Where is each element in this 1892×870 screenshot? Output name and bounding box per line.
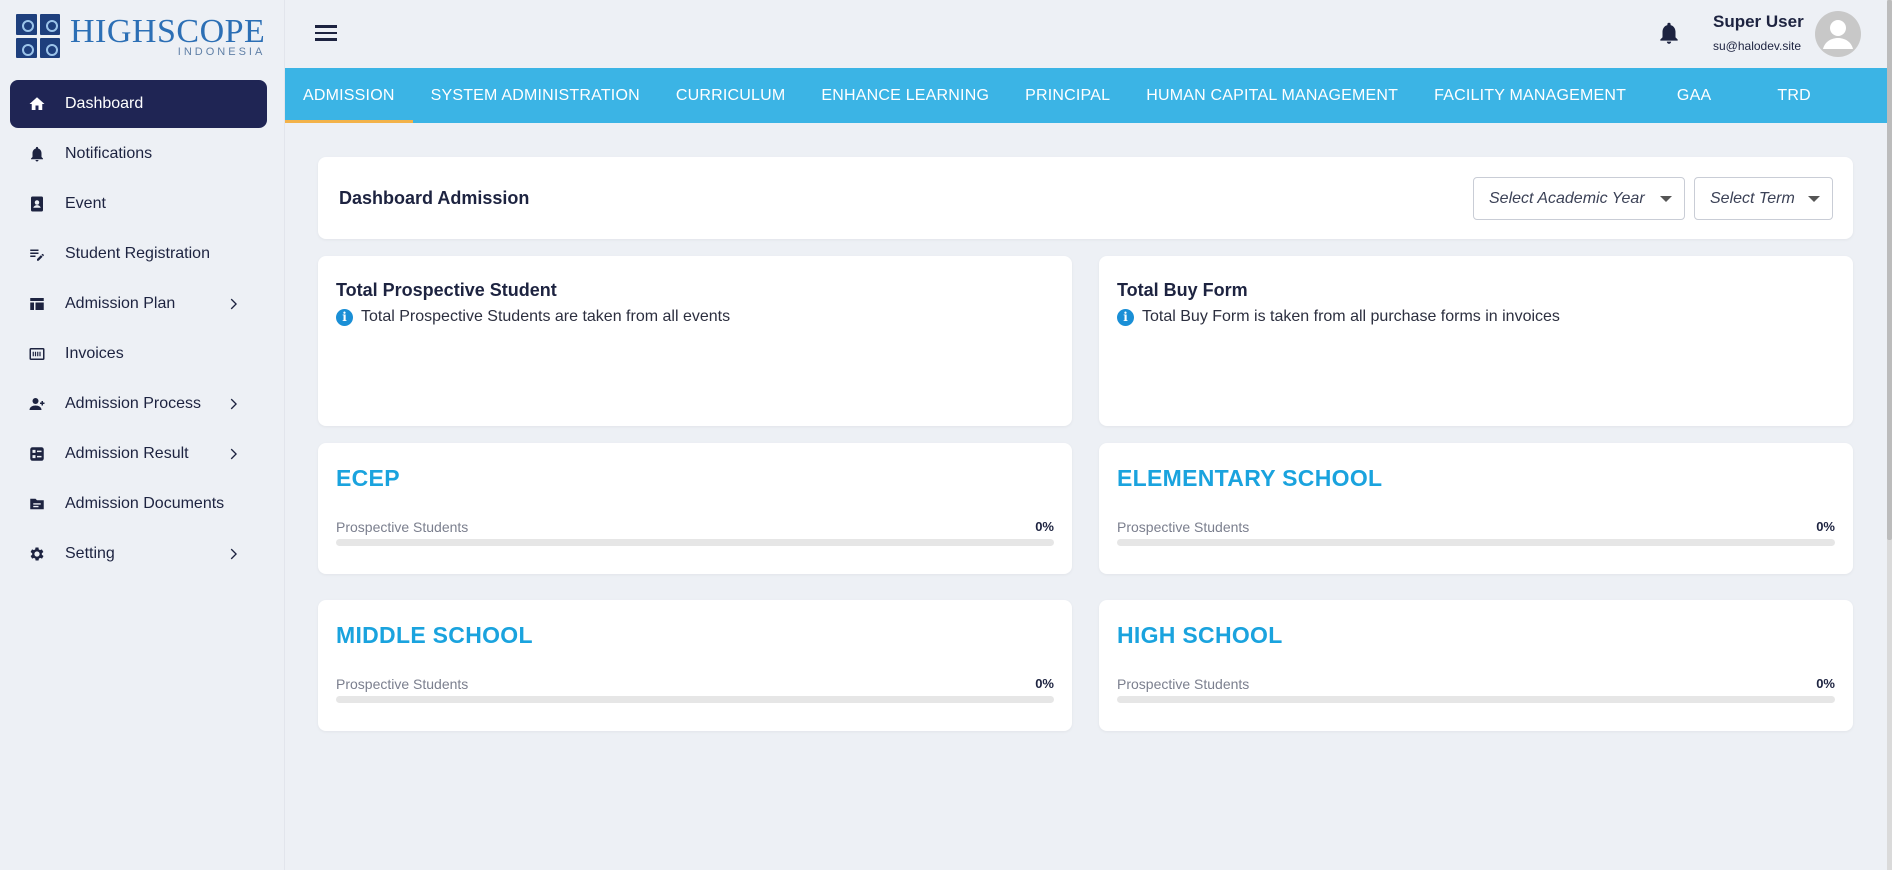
tab-curriculum[interactable]: CURRICULUM xyxy=(658,68,804,123)
stat-note: i Total Buy Form is taken from all purch… xyxy=(1117,308,1560,326)
term-select-label: Select Term xyxy=(1710,189,1795,207)
progress-bar xyxy=(1117,539,1835,546)
term-select[interactable]: Select Term xyxy=(1694,177,1833,220)
sidebar-item-student-registration[interactable]: Student Registration xyxy=(10,230,267,278)
module-tabbar: ADMISSION SYSTEM ADMINISTRATION CURRICUL… xyxy=(285,68,1892,123)
sidebar-item-label: Invoices xyxy=(65,345,124,362)
academic-year-select-label: Select Academic Year xyxy=(1489,189,1645,207)
school-metric-label: Prospective Students xyxy=(336,676,469,692)
bell-icon xyxy=(27,144,47,164)
user-info[interactable]: Super User su@halodev.site xyxy=(1713,12,1804,53)
sidebar-item-admission-result[interactable]: Admission Result xyxy=(10,430,267,478)
school-card-middle: MIDDLE SCHOOL Prospective Students 0% xyxy=(318,600,1072,731)
avatar[interactable] xyxy=(1815,11,1861,57)
sidebar-item-label: Admission Documents xyxy=(65,495,225,512)
person-add-icon xyxy=(27,394,47,414)
sidebar-item-label: Admission Result xyxy=(65,445,189,462)
chevron-right-icon[interactable] xyxy=(223,444,243,464)
school-metric-label: Prospective Students xyxy=(1117,676,1250,692)
stat-title: Total Prospective Student xyxy=(336,280,557,300)
home-icon xyxy=(27,94,47,114)
school-title: ECEP xyxy=(336,465,400,491)
school-card-high: HIGH SCHOOL Prospective Students 0% xyxy=(1099,600,1853,731)
school-percent: 0% xyxy=(1035,676,1054,691)
progress-bar xyxy=(1117,696,1835,703)
folder-icon xyxy=(27,494,47,514)
brand-title: HIGHSCOPE xyxy=(70,12,266,50)
sidebar-item-setting[interactable]: Setting xyxy=(10,530,267,578)
sidebar-item-label: Admission Process xyxy=(65,395,202,412)
school-title: MIDDLE SCHOOL xyxy=(336,622,533,648)
brand-logo[interactable]: HIGHSCOPE INDONESIA xyxy=(16,12,266,60)
chevron-right-icon[interactable] xyxy=(223,294,243,314)
sidebar-item-notifications[interactable]: Notifications xyxy=(10,130,267,178)
sidebar-item-label: Admission Plan xyxy=(65,295,176,312)
school-metric-label: Prospective Students xyxy=(1117,519,1250,535)
sidebar: HIGHSCOPE INDONESIA Dashboard Notificati… xyxy=(0,0,285,870)
info-icon: i xyxy=(1117,308,1134,326)
edit-note-icon xyxy=(27,244,47,264)
sidebar-item-label: Setting xyxy=(65,545,115,562)
school-title: ELEMENTARY SCHOOL xyxy=(1117,465,1383,491)
school-percent: 0% xyxy=(1816,676,1835,691)
progress-bar xyxy=(336,696,1054,703)
tab-human-capital-management[interactable]: HUMAN CAPITAL MANAGEMENT xyxy=(1128,68,1416,123)
school-card-ecep: ECEP Prospective Students 0% xyxy=(318,443,1072,574)
school-title: HIGH SCHOOL xyxy=(1117,622,1283,648)
menu-toggle-icon[interactable] xyxy=(315,21,339,45)
caret-down-icon xyxy=(1808,196,1820,202)
tab-enhance-learning[interactable]: ENHANCE LEARNING xyxy=(803,68,1007,123)
tab-facility-management[interactable]: FACILITY MANAGEMENT xyxy=(1416,68,1644,123)
chevron-right-icon[interactable] xyxy=(223,544,243,564)
progress-bar xyxy=(336,539,1054,546)
logo-mark-icon xyxy=(16,14,60,58)
sidebar-item-admission-documents[interactable]: Admission Documents xyxy=(10,480,267,528)
sidebar-item-label: Notifications xyxy=(65,145,153,162)
page-scrollbar[interactable] xyxy=(1887,0,1892,870)
sidebar-item-dashboard[interactable]: Dashboard xyxy=(10,80,267,128)
tab-principal[interactable]: PRINCIPAL xyxy=(1007,68,1128,123)
top-header: Super User su@halodev.site xyxy=(285,0,1892,68)
sidebar-item-admission-process[interactable]: Admission Process xyxy=(10,380,267,428)
school-percent: 0% xyxy=(1035,519,1054,534)
user-name: Super User xyxy=(1713,12,1804,31)
caret-down-icon xyxy=(1660,196,1672,202)
stat-card-prospective-student: Total Prospective Student i Total Prospe… xyxy=(318,256,1072,426)
stat-note-text: Total Buy Form is taken from all purchas… xyxy=(1142,308,1560,325)
sidebar-item-label: Student Registration xyxy=(65,245,210,262)
stat-title: Total Buy Form xyxy=(1117,280,1248,300)
user-email: su@halodev.site xyxy=(1713,39,1802,53)
stat-note-text: Total Prospective Students are taken fro… xyxy=(361,308,731,325)
stat-note: i Total Prospective Students are taken f… xyxy=(336,308,730,326)
academic-year-select[interactable]: Select Academic Year xyxy=(1473,177,1685,220)
chevron-right-icon[interactable] xyxy=(223,394,243,414)
tab-admission[interactable]: ADMISSION xyxy=(285,68,413,123)
info-icon: i xyxy=(336,308,353,326)
checklist-icon xyxy=(27,444,47,464)
receipt-icon xyxy=(27,344,47,364)
table-icon xyxy=(27,294,47,314)
scrollbar-thumb[interactable] xyxy=(1887,0,1892,540)
gear-icon xyxy=(27,544,47,564)
sidebar-item-invoices[interactable]: Invoices xyxy=(10,330,267,378)
tab-trd[interactable]: TRD xyxy=(1744,68,1844,123)
sidebar-nav: Dashboard Notifications Event Student Re… xyxy=(10,80,267,580)
school-metric-label: Prospective Students xyxy=(336,519,469,535)
sidebar-item-admission-plan[interactable]: Admission Plan xyxy=(10,280,267,328)
tab-system-administration[interactable]: SYSTEM ADMINISTRATION xyxy=(413,68,658,123)
sidebar-item-label: Dashboard xyxy=(65,95,144,112)
page-title: Dashboard Admission xyxy=(339,188,530,208)
stat-card-buy-form: Total Buy Form i Total Buy Form is taken… xyxy=(1099,256,1853,426)
tab-gaa[interactable]: GAA xyxy=(1644,68,1744,123)
contact-card-icon xyxy=(27,194,47,214)
sidebar-item-event[interactable]: Event xyxy=(10,180,267,228)
dashboard-header-card: Dashboard Admission Select Academic Year… xyxy=(318,157,1853,239)
notification-bell-icon[interactable] xyxy=(1656,20,1682,46)
school-percent: 0% xyxy=(1816,519,1835,534)
school-card-elementary: ELEMENTARY SCHOOL Prospective Students 0… xyxy=(1099,443,1853,574)
sidebar-item-label: Event xyxy=(65,195,106,212)
